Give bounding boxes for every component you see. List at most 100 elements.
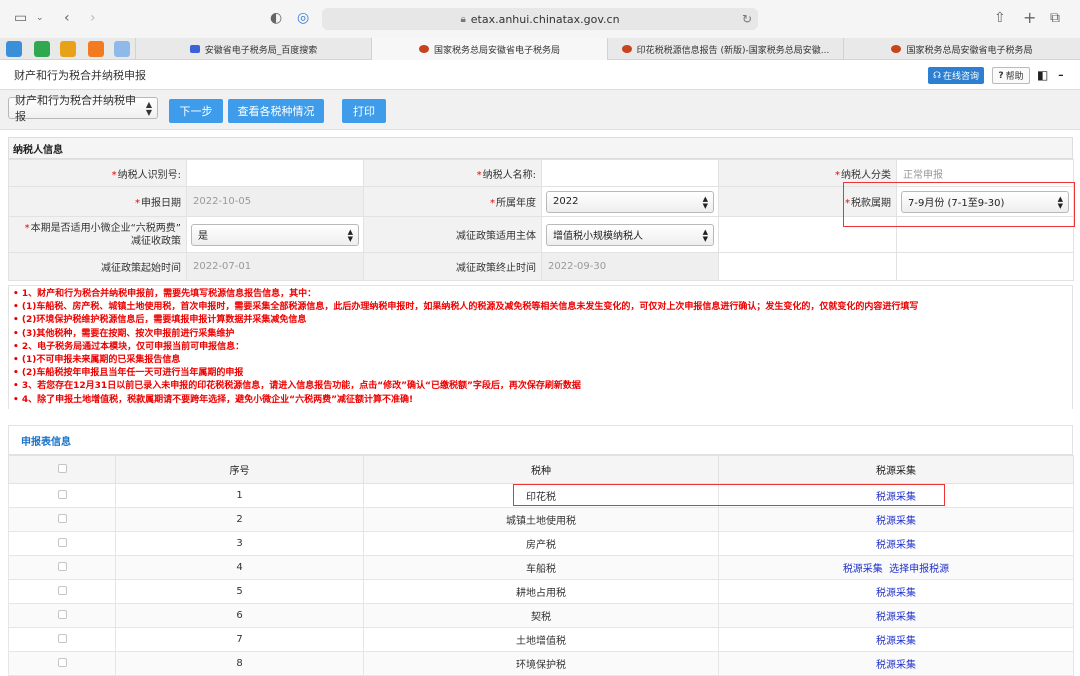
note-line: • 4、除了申报土地增值税，税款属期请不要跨年选择，避免小微企业“六税两费”减征… [13,394,414,405]
col-header-source: 税源采集 [718,455,1074,484]
tab-etax-2[interactable]: 国家税务总局安徽省电子税务局 [843,38,1080,60]
taxpayer-info-title: 纳税人信息 [8,137,1073,159]
row-no: 2 [115,507,364,532]
tab-label: 安徽省电子税务局_百度搜索 [204,45,318,56]
row-tax: 城镇土地使用税 [363,507,719,532]
next-step-button[interactable]: 下一步 [169,99,223,123]
select-arrow-icon: ▲ ▼ [347,227,353,243]
page-title: 财产和行为税合并纳税申报 [14,68,146,82]
reload-icon[interactable]: ↻ [742,12,752,26]
tax-emblem-icon [891,45,902,53]
row-no: 1 [115,483,364,508]
row-tax: 车船税 [363,555,719,580]
taxpayer-name-label: *纳税人名称: [363,159,542,187]
policy-start-value: 2022-07-01 [186,252,364,281]
tax-year-value: 2022 [553,196,579,207]
bookmark-icon[interactable] [6,41,22,57]
help-button[interactable]: ? 帮助 [992,67,1030,84]
select-all-cell [8,455,116,484]
back-icon[interactable]: ‹ [64,10,70,26]
tab-baidu[interactable]: 安徽省电子税务局_百度搜索 [135,38,371,60]
new-tab-icon[interactable]: + [1023,8,1036,27]
row-checkbox[interactable] [57,657,67,667]
declaration-type-select[interactable]: 财产和行为税合并纳税申报 ▲ ▼ [8,94,158,123]
privacy-shield-icon[interactable]: ◐ [270,10,282,26]
chevron-down-icon[interactable]: ⌄ [36,13,44,23]
source-collect-link[interactable]: 税源采集 [843,564,883,575]
six-tax-policy-select[interactable]: 是 ▲ ▼ [191,223,359,246]
taxpayer-id-value [186,159,364,187]
row-checkbox[interactable] [57,513,67,523]
row-checkbox[interactable] [57,537,67,547]
minimize-icon[interactable]: ‐ [1058,65,1064,84]
action-bar: 财产和行为税合并纳税申报 ▲ ▼ 下一步 查看各税种情况 打印 [0,90,1080,130]
source-collect-link[interactable]: 税源采集 [876,588,916,599]
address-bar[interactable]: 🔒︎ etax.anhui.chinatax.gov.cn ↻ [322,8,758,30]
row-checkbox[interactable] [57,609,67,619]
note-line: • (2)环境保护税维护税源信息后，需要填报申报计算数据并采集减免信息 [13,315,307,326]
table-row: 4 车船税 税源采集 选择申报税源 [8,555,1074,580]
tab-stamp-tax[interactable]: 印花税税源信息报告 (新版)-国家税务总局安徽... [607,38,843,60]
note-line: • 3、若您存在12月31日以前已录入未申报的印花税税源信息，请进入信息报告功能… [13,381,581,392]
share-icon[interactable]: ⇧ [994,10,1006,26]
browser-toolbar: ▭ ⌄ ‹ › ◐ ◎ 🔒︎ etax.anhui.chinatax.gov.c… [0,0,1080,38]
note-line: • 1、财产和行为税合并纳税申报前，需要先填写税源信息报告信息，其中： [13,289,317,299]
row-tax: 耕地占用税 [363,579,719,604]
row-no: 3 [115,531,364,556]
note-line: • (1)不可申报未来属期的已采集报告信息 [13,354,181,365]
tab-overview-icon[interactable]: ⧉ [1050,10,1060,26]
source-collect-link[interactable]: 税源采集 [876,660,916,671]
table-row: 6 契税 税源采集 [8,603,1074,628]
window-icon[interactable]: ◧ [1037,68,1048,82]
taxpayer-name-value [541,159,719,187]
bookmark-icon[interactable] [60,41,76,57]
row-checkbox[interactable] [57,561,67,571]
row-tax: 环境保护税 [363,651,719,676]
select-arrow-icon: ▲ ▼ [702,194,708,210]
sidebar-toggle-icon[interactable]: ▭ [14,10,27,26]
policy-start-label: 减征政策起始时间 [8,252,187,281]
extension-icon[interactable]: ◎ [297,10,309,26]
row-checkbox[interactable] [57,633,67,643]
col-header-tax: 税种 [363,455,719,484]
url-text: etax.anhui.chinatax.gov.cn [470,12,620,26]
policy-subject-select[interactable]: 增值税小规模纳税人 ▲ ▼ [546,223,714,246]
row-tax: 房产税 [363,531,719,556]
tax-emblem-icon [621,45,632,53]
tab-etax[interactable]: 国家税务总局安徽省电子税务局 [371,38,607,60]
row-no: 6 [115,603,364,628]
view-taxes-button[interactable]: 查看各税种情况 [228,99,324,123]
row-checkbox[interactable] [57,585,67,595]
online-consult-button[interactable]: ☊ 在线咨询 [928,67,984,84]
select-declare-source-link[interactable]: 选择申报税源 [889,564,949,575]
six-tax-policy-label: *本期是否适用小微企业“六税两费” 减征收政策 [8,216,187,253]
declare-date-value: 2022-10-05 [186,186,364,217]
row-no: 7 [115,627,364,652]
policy-subject-label: 减征政策适用主体 [363,216,542,253]
table-row: 8 环境保护税 税源采集 [8,651,1074,676]
help-label: 帮助 [1005,72,1024,82]
instruction-notes: • 1、财产和行为税合并纳税申报前，需要先填写税源信息报告信息，其中： • (1… [8,285,1073,409]
page-header: 财产和行为税合并纳税申报 ☊ 在线咨询 ? 帮助 ◧ ‐ [0,60,1080,90]
online-consult-label: 在线咨询 [942,72,979,82]
source-collect-link[interactable]: 税源采集 [876,636,916,647]
source-collect-link[interactable]: 税源采集 [876,612,916,623]
bookmark-icon[interactable] [34,41,50,57]
source-collect-link[interactable]: 税源采集 [876,540,916,551]
policy-end-label: 减征政策终止时间 [363,252,542,281]
source-collect-link[interactable]: 税源采集 [876,516,916,527]
taxpayer-id-label: *纳税人识别号: [8,159,187,187]
tab-bar: 安徽省电子税务局_百度搜索 国家税务总局安徽省电子税务局 印花税税源信息报告 (… [0,38,1080,60]
select-all-checkbox[interactable] [57,463,67,473]
tab-label: 国家税务总局安徽省电子税务局 [433,45,560,56]
declaration-section-title: 申报表信息 [8,425,1073,455]
tax-year-select[interactable]: 2022 ▲ ▼ [546,190,714,213]
row-checkbox[interactable] [57,489,67,499]
forward-icon[interactable]: › [90,10,96,26]
bookmark-icon[interactable] [114,41,130,57]
table-row: 5 耕地占用税 税源采集 [8,579,1074,604]
table-row: 3 房产税 税源采集 [8,531,1074,556]
bookmark-icon[interactable] [88,41,104,57]
table-row: 2 城镇土地使用税 税源采集 [8,507,1074,532]
print-button[interactable]: 打印 [342,99,386,123]
